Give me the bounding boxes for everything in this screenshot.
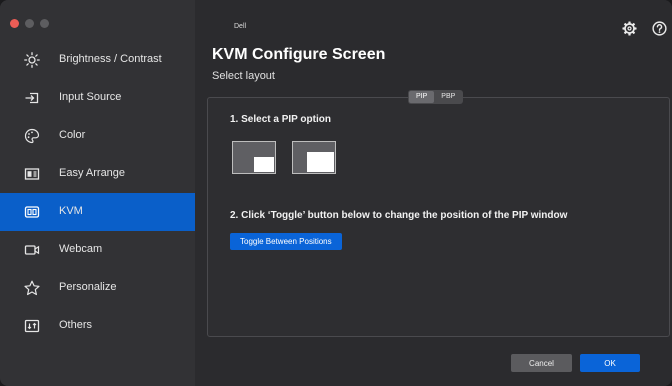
sidebar-item-label: Brightness / Contrast [59,53,162,65]
star-icon [24,280,40,296]
toggle-positions-button[interactable]: Toggle Between Positions [230,233,342,250]
sidebar-item-label: Easy Arrange [59,167,126,179]
sidebar-item-brightness-contrast[interactable]: Brightness / Contrast [0,41,195,79]
sidebar-item-label: Color [59,129,86,141]
page-title: KVM Configure Screen [212,46,386,63]
brand-label: Dell [234,23,247,30]
kvm-icon [24,204,40,220]
pip-large-window [307,152,334,172]
layout-mode-switch: PIP PBP [408,90,464,104]
sidebar: Brightness / Contrast Input Source Color… [0,0,195,386]
ok-button[interactable]: OK [580,354,640,372]
sidebar-item-color[interactable]: Color [0,117,195,155]
step2-heading: 2. Click ‘Toggle’ button below to change… [230,210,568,221]
sidebar-item-label: Others [59,319,93,331]
others-icon [24,318,40,334]
sidebar-item-label: Webcam [59,243,103,255]
sidebar-item-webcam[interactable]: Webcam [0,231,195,269]
close-window-button[interactable] [10,19,19,28]
easy-arrange-icon [24,166,40,182]
page-subtitle: Select layout [212,70,275,82]
cancel-button[interactable]: Cancel [511,354,572,372]
sidebar-item-others[interactable]: Others [0,307,195,345]
gear-icon[interactable] [622,21,637,36]
pip-small-window [254,157,274,172]
webcam-icon [24,242,40,258]
pip-tab[interactable]: PIP [409,91,435,103]
sidebar-item-kvm[interactable]: KVM [0,193,195,231]
pip-option-small[interactable] [232,141,276,174]
sidebar-item-easy-arrange[interactable]: Easy Arrange [0,155,195,193]
sidebar-item-personalize[interactable]: Personalize [0,269,195,307]
input-source-icon [24,90,40,106]
app-window: Brightness / Contrast Input Source Color… [0,0,672,386]
sidebar-nav: Brightness / Contrast Input Source Color… [0,41,195,345]
minimize-window-button[interactable] [25,19,34,28]
maximize-window-button[interactable] [40,19,49,28]
step1-heading: 1. Select a PIP option [230,114,331,125]
help-icon[interactable] [652,21,667,36]
sidebar-item-label: KVM [59,205,83,217]
sidebar-item-label: Input Source [59,91,122,103]
pip-option-large[interactable] [292,141,336,174]
palette-icon [24,128,40,144]
sidebar-item-input-source[interactable]: Input Source [0,79,195,117]
sidebar-item-label: Personalize [59,281,117,293]
sun-icon [24,52,40,68]
pbp-tab[interactable]: PBP [434,91,462,103]
main-content: Dell KVM Configure Screen Select layout … [195,0,672,386]
window-controls [10,19,49,28]
